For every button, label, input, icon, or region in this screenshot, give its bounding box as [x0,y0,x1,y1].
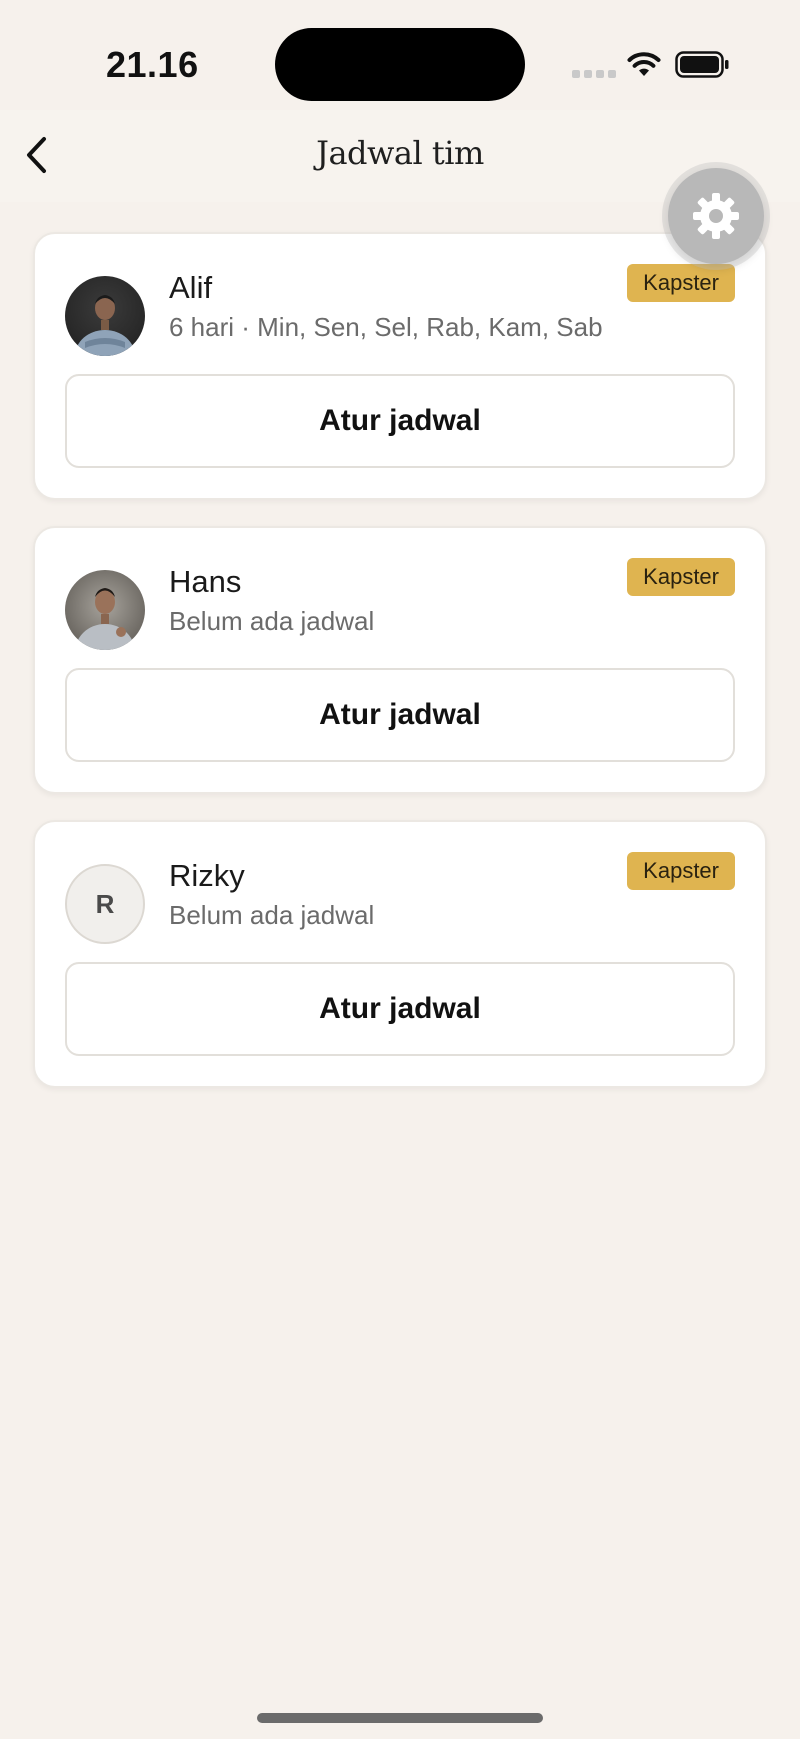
set-schedule-button[interactable]: Atur jadwal [65,962,735,1056]
status-time: 21.16 [106,44,199,85]
gear-icon [693,193,739,239]
role-badge: Kapster [627,264,735,302]
staff-card: R Rizky Belum ada jadwal Kapster Atur ja… [33,820,767,1088]
role-badge: Kapster [627,852,735,890]
staff-schedule: 6 hari · Min, Sen, Sel, Rab, Kam, Sab [169,312,603,342]
wifi-icon [627,52,661,76]
staff-schedule: Belum ada jadwal [169,606,375,636]
set-schedule-button[interactable]: Atur jadwal [65,668,735,762]
staff-name: Hans [169,564,242,599]
avatar [65,570,145,650]
person-photo-icon [75,295,135,356]
page-title: Jadwal tim [316,134,484,172]
avatar [65,276,145,356]
home-indicator [257,1713,543,1723]
battery-icon [675,51,729,78]
avatar: R [65,864,145,944]
staff-card: Alif 6 hari · Min, Sen, Sel, Rab, Kam, S… [33,232,767,500]
role-badge: Kapster [627,558,735,596]
settings-button[interactable] [668,168,764,264]
staff-card: Hans Belum ada jadwal Kapster Atur jadwa… [33,526,767,794]
staff-name: Alif [169,270,213,305]
staff-name: Rizky [169,858,245,893]
person-photo-icon [75,588,135,650]
cellular-signal-icon [572,70,616,78]
dynamic-island [275,28,525,101]
staff-list: Alif 6 hari · Min, Sen, Sel, Rab, Kam, S… [33,232,767,1114]
set-schedule-button[interactable]: Atur jadwal [65,374,735,468]
staff-schedule: Belum ada jadwal [169,900,375,930]
